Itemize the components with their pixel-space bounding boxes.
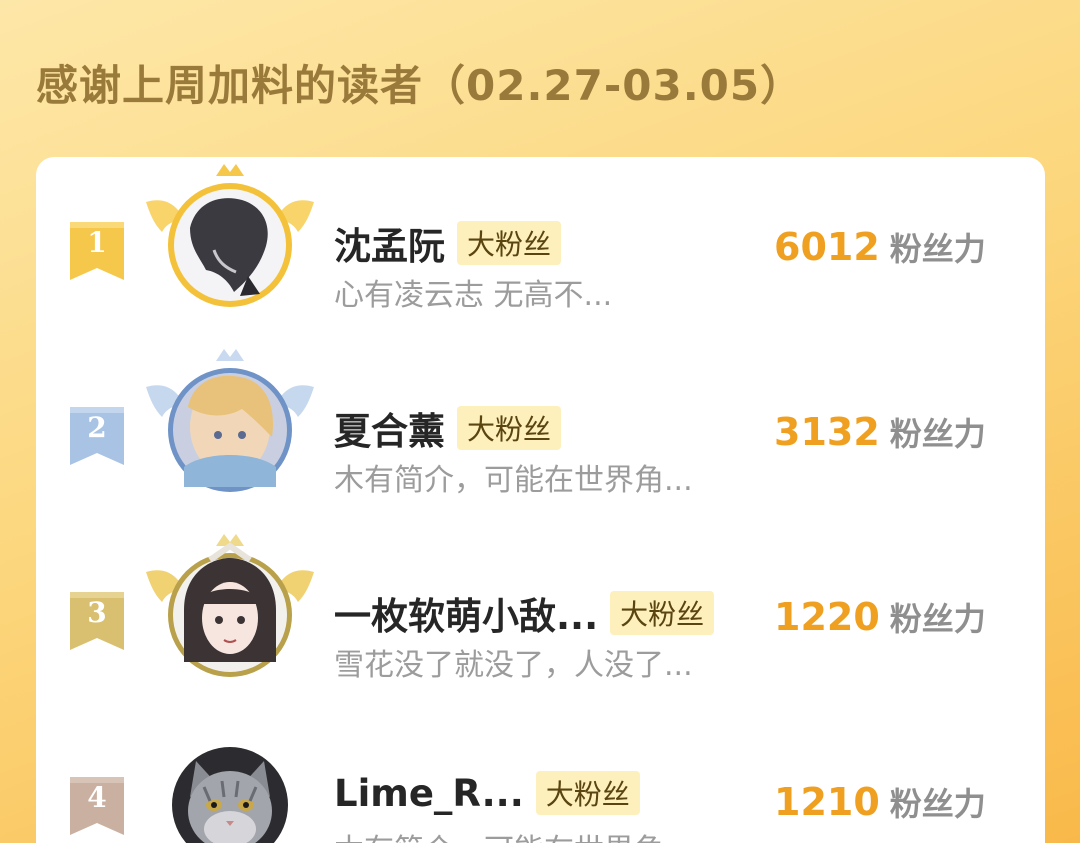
rank-number: 3 (87, 596, 107, 629)
avatar[interactable] (144, 727, 316, 843)
fan-power: 1220 粉丝力 (774, 594, 986, 640)
reader-row-3[interactable]: 3 一枚软萌小敌... 大粉丝 雪花没了就没了，人没了... 1220 粉丝力 (36, 534, 1045, 692)
reader-row-2[interactable]: 2 夏合薰 大粉丝 木有简介，可能在世界角... 3132 粉丝力 (36, 349, 1045, 507)
reader-name[interactable]: Lime_R... (334, 772, 524, 815)
fan-power-value: 1220 (774, 595, 880, 639)
crown-wings-avatar-frame (146, 349, 314, 492)
fan-power-unit: 粉丝力 (889, 415, 986, 453)
rank-number: 4 (87, 781, 107, 814)
avatar[interactable] (144, 532, 316, 682)
fan-power-unit: 粉丝力 (889, 785, 986, 823)
rank-badge-silver: 2 (70, 407, 124, 465)
rank-badge-bronze: 3 (70, 592, 124, 650)
fan-power-value: 3132 (774, 410, 880, 454)
reader-row-1[interactable]: 1 沈孟阮 大粉丝 心有凌云志 无高不... 6012 粉丝力 (36, 164, 1045, 322)
reader-ranking-list: 1 沈孟阮 大粉丝 心有凌云志 无高不... 6012 粉丝力 2 夏合薰 大粉… (36, 157, 1045, 843)
rank-badge-fourth: 4 (70, 777, 124, 835)
fan-level-badge: 大粉丝 (457, 221, 562, 265)
crown-wings-avatar-frame (146, 164, 314, 307)
rank-number: 1 (87, 226, 107, 259)
fan-power-unit: 粉丝力 (889, 230, 986, 268)
avatar[interactable] (144, 347, 316, 497)
reader-bio: 木有简介，可能在世界角... (334, 825, 693, 843)
fan-power-value: 6012 (774, 225, 880, 269)
fan-level-badge: 大粉丝 (457, 406, 562, 450)
reader-bio: 木有简介，可能在世界角... (334, 463, 693, 498)
fan-power-unit: 粉丝力 (889, 600, 986, 638)
avatar[interactable] (144, 162, 316, 312)
reader-name[interactable]: 夏合薰 (334, 401, 445, 455)
page-title: 感谢上周加料的读者（02.27-03.05） (36, 61, 804, 110)
fan-power: 3132 粉丝力 (774, 409, 986, 455)
rank-badge-gold: 1 (70, 222, 124, 280)
fan-level-badge: 大粉丝 (610, 591, 715, 635)
reader-name[interactable]: 一枚软萌小敌... (334, 586, 598, 640)
rank-number: 2 (87, 411, 107, 444)
cat-avatar (172, 747, 288, 843)
fan-power: 1210 粉丝力 (774, 779, 986, 825)
reader-bio: 心有凌云志 无高不... (334, 278, 613, 313)
fan-power: 6012 粉丝力 (774, 224, 986, 270)
reader-bio: 雪花没了就没了，人没了... (334, 648, 693, 683)
fan-level-badge: 大粉丝 (535, 771, 640, 815)
reader-name[interactable]: 沈孟阮 (334, 216, 445, 270)
reader-row-4[interactable]: 4 Lime_R... 大粉丝 木有简介，可能在世界角... 1210 (36, 727, 1045, 843)
fan-power-value: 1210 (774, 780, 880, 824)
crown-wings-avatar-frame (146, 534, 314, 677)
